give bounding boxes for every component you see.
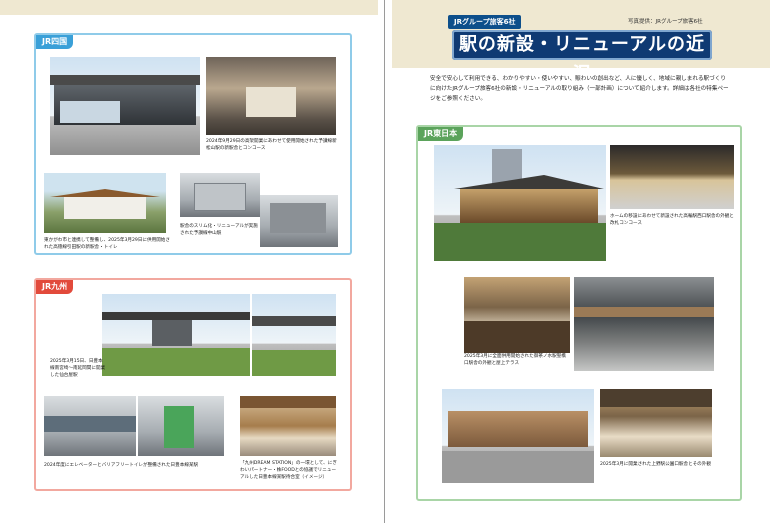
photo-kyushu-elevator-platform <box>44 396 136 456</box>
caption-nakayama: 駅舎のスリム化・リニューアルが実施された予讃線中山駅 <box>180 224 258 236</box>
left-page: JR四国 2024年9月29日の高架開業にあわせて使用開始された予讃線新松山駅の… <box>0 0 378 523</box>
caption-ueno: 2025年3月に開業された上野駅公園口駅舎とその外観 <box>600 462 711 467</box>
photo-takanawa-concourse <box>610 145 734 209</box>
photo-hiketa-station <box>44 173 166 233</box>
photo-shinmatsuyama-exterior <box>50 57 200 155</box>
caption-takanawa: ホームの移設にあわせて新設された高輪駅西口駅舎の外観と改札コンコース <box>610 214 734 226</box>
jr-kyushu-tag: JR九州 <box>36 280 74 294</box>
right-page: JRグループ旅客6社 写真提供：JRグループ旅客6社 駅の新設・リニューアルの近… <box>392 0 770 523</box>
photo-nakayama-platform <box>260 195 338 247</box>
caption-ochanomizu: 2025年3月に全面供用開始された御茶ノ水駅聖橋口駅舎の外観と屋上テラス <box>464 354 566 366</box>
caption-shinmatsuyama: 2024年9月29日の高架開業にあわせて使用開始された予讃線新松山駅の新駅舎とコ… <box>206 139 337 151</box>
jr-kyushu-panel: JR九州 2025年3月15日、日豊本線南宮崎～南延岡間に開業した仙台屋駅 20… <box>34 278 352 491</box>
jr-east-panel: JR東日本 ホームの移設にあわせて新設された高輪駅西口駅舎の外観と改札コンコース… <box>416 125 742 501</box>
jr-shikoku-tag: JR四国 <box>36 35 74 49</box>
caption-kyushu-waiting-room: 「九州DREAM STATION」の一環として、にぎわいパートナー・株FOODと… <box>240 461 337 480</box>
article-intro: 安全で安心して利用できる、わかりやすい・使いやすい、賑わいの創出など、人に優しく… <box>430 76 729 102</box>
caption-hiketa: 東かがわ市と連携して整備し、2025年3月29日に供用開始された高徳線引田駅の新… <box>44 238 170 250</box>
magazine-spread: JR四国 2024年9月29日の高架開業にあわせて使用開始された予讃線新松山駅の… <box>0 0 770 523</box>
photo-credit: 写真提供：JRグループ旅客6社 <box>628 19 703 25</box>
photo-takanawa-exterior <box>434 145 606 261</box>
photo-kyushu-platform-stairs <box>252 294 336 376</box>
photo-kyushu-waiting-room <box>240 396 336 456</box>
photo-kyushu-accessible-toilet <box>138 396 224 456</box>
article-subtitle-badge: JRグループ旅客6社 <box>448 15 522 29</box>
jr-east-tag: JR東日本 <box>418 127 464 141</box>
photo-nakayama-building <box>180 173 260 217</box>
caption-kyushu-elevator: 2024年度にエレベーターとバリアフリートイレが整備された日豊本線某駅 <box>44 463 199 468</box>
caption-kyushu-new-station: 2025年3月15日、日豊本線南宮崎～南延岡間に開業した仙台屋駅 <box>50 359 106 378</box>
photo-shinmatsuyama-concourse <box>206 57 336 135</box>
photo-ueno-concourse <box>600 389 712 457</box>
left-page-header-band <box>0 0 378 15</box>
jr-shikoku-panel: JR四国 2024年9月29日の高架開業にあわせて使用開始された予讃線新松山駅の… <box>34 33 352 255</box>
page-gutter <box>384 0 385 523</box>
photo-ochanomizu-terrace <box>464 277 570 353</box>
photo-ueno-exterior <box>442 389 594 483</box>
photo-kyushu-new-station <box>102 294 250 376</box>
photo-ochanomizu-exterior <box>574 277 714 371</box>
article-title-box: 駅の新設・リニューアルの近況 <box>452 30 712 85</box>
